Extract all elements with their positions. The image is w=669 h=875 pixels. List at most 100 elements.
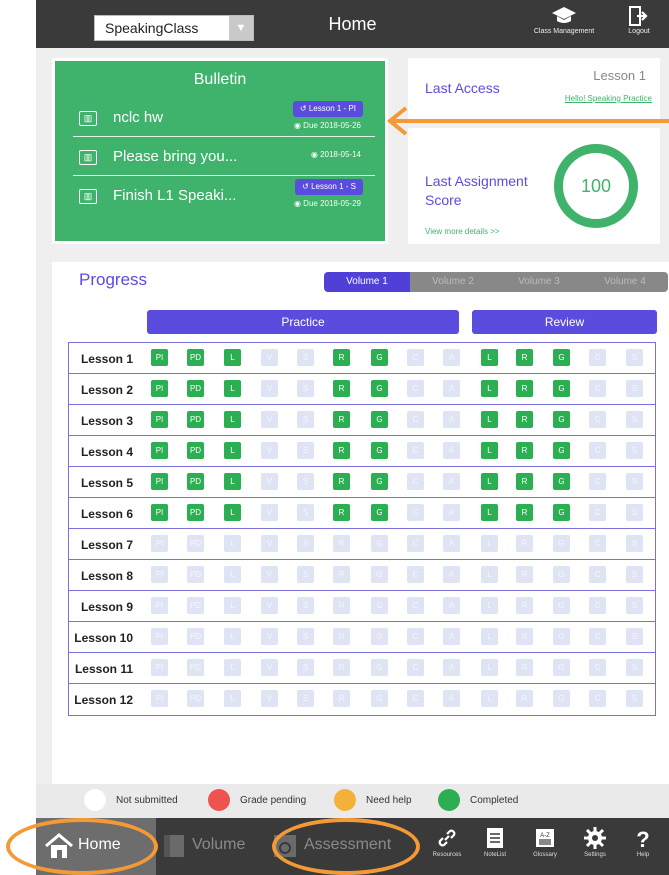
progress-cell[interactable]: G — [371, 659, 388, 676]
progress-cell[interactable]: C — [589, 535, 606, 552]
progress-cell[interactable]: G — [371, 473, 388, 490]
progress-cell[interactable]: R — [516, 535, 533, 552]
progress-cell[interactable]: L — [224, 473, 241, 490]
progress-cell[interactable]: S — [626, 380, 643, 397]
progress-cell[interactable]: R — [516, 659, 533, 676]
progress-cell[interactable]: R — [516, 504, 533, 521]
bulletin-lesson-tag[interactable]: ↺ Lesson 1 - PI — [292, 101, 363, 117]
progress-cell[interactable]: S — [626, 535, 643, 552]
progress-cell[interactable]: L — [224, 535, 241, 552]
progress-cell[interactable]: PD — [187, 380, 204, 397]
progress-cell[interactable]: L — [481, 442, 498, 459]
progress-cell[interactable]: G — [371, 690, 388, 707]
progress-cell[interactable]: A — [443, 535, 460, 552]
progress-cell[interactable]: G — [371, 597, 388, 614]
progress-cell[interactable]: C — [589, 442, 606, 459]
progress-cell[interactable]: S — [626, 411, 643, 428]
progress-cell[interactable]: S — [626, 690, 643, 707]
progress-cell[interactable]: PI — [151, 535, 168, 552]
progress-cell[interactable]: R — [516, 442, 533, 459]
notelist-button[interactable]: NoteList — [470, 826, 520, 872]
progress-cell[interactable]: R — [516, 566, 533, 583]
progress-cell[interactable]: C — [589, 690, 606, 707]
progress-cell[interactable]: A — [443, 411, 460, 428]
progress-cell[interactable]: PD — [187, 535, 204, 552]
progress-cell[interactable]: PD — [187, 566, 204, 583]
progress-cell[interactable]: R — [516, 473, 533, 490]
progress-cell[interactable]: V — [261, 411, 278, 428]
progress-cell[interactable]: PI — [151, 690, 168, 707]
progress-cell[interactable]: C — [407, 504, 424, 521]
progress-cell[interactable]: L — [481, 597, 498, 614]
progress-cell[interactable]: R — [333, 690, 350, 707]
logout-button[interactable]: Logout — [614, 6, 664, 46]
progress-cell[interactable]: S — [626, 566, 643, 583]
progress-cell[interactable]: G — [553, 411, 570, 428]
progress-cell[interactable]: S — [297, 380, 314, 397]
progress-cell[interactable]: G — [553, 690, 570, 707]
progress-cell[interactable]: V — [261, 442, 278, 459]
progress-cell[interactable]: L — [481, 628, 498, 645]
progress-cell[interactable]: C — [589, 504, 606, 521]
progress-cell[interactable]: G — [371, 628, 388, 645]
progress-cell[interactable]: PD — [187, 628, 204, 645]
progress-cell[interactable]: L — [481, 349, 498, 366]
progress-cell[interactable]: S — [297, 566, 314, 583]
progress-cell[interactable]: PI — [151, 659, 168, 676]
progress-cell[interactable]: C — [589, 628, 606, 645]
progress-cell[interactable]: C — [589, 349, 606, 366]
progress-cell[interactable]: PD — [187, 349, 204, 366]
progress-cell[interactable]: G — [371, 411, 388, 428]
progress-cell[interactable]: C — [407, 411, 424, 428]
progress-cell[interactable]: G — [371, 535, 388, 552]
progress-cell[interactable]: C — [589, 473, 606, 490]
glossary-button[interactable]: A-Z Glossary — [520, 826, 570, 872]
progress-cell[interactable]: R — [333, 504, 350, 521]
progress-cell[interactable]: C — [407, 597, 424, 614]
progress-cell[interactable]: L — [481, 380, 498, 397]
progress-cell[interactable]: V — [261, 380, 278, 397]
progress-cell[interactable]: V — [261, 566, 278, 583]
progress-cell[interactable]: R — [516, 349, 533, 366]
progress-cell[interactable]: S — [297, 411, 314, 428]
progress-cell[interactable]: PI — [151, 473, 168, 490]
progress-cell[interactable]: C — [589, 380, 606, 397]
progress-cell[interactable]: S — [626, 659, 643, 676]
progress-cell[interactable]: V — [261, 628, 278, 645]
progress-cell[interactable]: S — [297, 535, 314, 552]
settings-button[interactable]: Settings — [570, 826, 620, 872]
progress-cell[interactable]: S — [297, 473, 314, 490]
progress-cell[interactable]: PI — [151, 597, 168, 614]
progress-cell[interactable]: L — [224, 349, 241, 366]
progress-cell[interactable]: PD — [187, 442, 204, 459]
progress-cell[interactable]: R — [333, 380, 350, 397]
tab-volume-1[interactable]: Volume 1 — [324, 272, 410, 292]
progress-cell[interactable]: S — [297, 597, 314, 614]
progress-cell[interactable]: A — [443, 349, 460, 366]
progress-cell[interactable]: C — [407, 659, 424, 676]
progress-cell[interactable]: S — [626, 504, 643, 521]
progress-cell[interactable]: G — [371, 349, 388, 366]
progress-cell[interactable]: R — [516, 597, 533, 614]
progress-cell[interactable]: PD — [187, 659, 204, 676]
progress-cell[interactable]: A — [443, 628, 460, 645]
progress-cell[interactable]: PD — [187, 504, 204, 521]
progress-cell[interactable]: PI — [151, 566, 168, 583]
progress-cell[interactable]: R — [333, 659, 350, 676]
progress-cell[interactable]: S — [626, 628, 643, 645]
progress-cell[interactable]: PI — [151, 504, 168, 521]
progress-cell[interactable]: L — [481, 473, 498, 490]
last-access-link[interactable]: Hello! Speaking Practice — [565, 94, 652, 103]
progress-cell[interactable]: C — [407, 690, 424, 707]
class-management-button[interactable]: Class Management — [520, 6, 608, 46]
progress-cell[interactable]: V — [261, 349, 278, 366]
progress-cell[interactable]: G — [553, 380, 570, 397]
progress-cell[interactable]: C — [589, 411, 606, 428]
tab-volume[interactable]: Volume — [156, 818, 266, 875]
progress-cell[interactable]: L — [481, 566, 498, 583]
progress-cell[interactable]: G — [553, 504, 570, 521]
progress-cell[interactable]: S — [297, 349, 314, 366]
progress-cell[interactable]: PI — [151, 442, 168, 459]
tab-volume-2[interactable]: Volume 2 — [410, 272, 496, 292]
bulletin-item[interactable]: ▥ Finish L1 Speaki... ↺ Lesson 1 - S ◉ D… — [73, 177, 375, 215]
